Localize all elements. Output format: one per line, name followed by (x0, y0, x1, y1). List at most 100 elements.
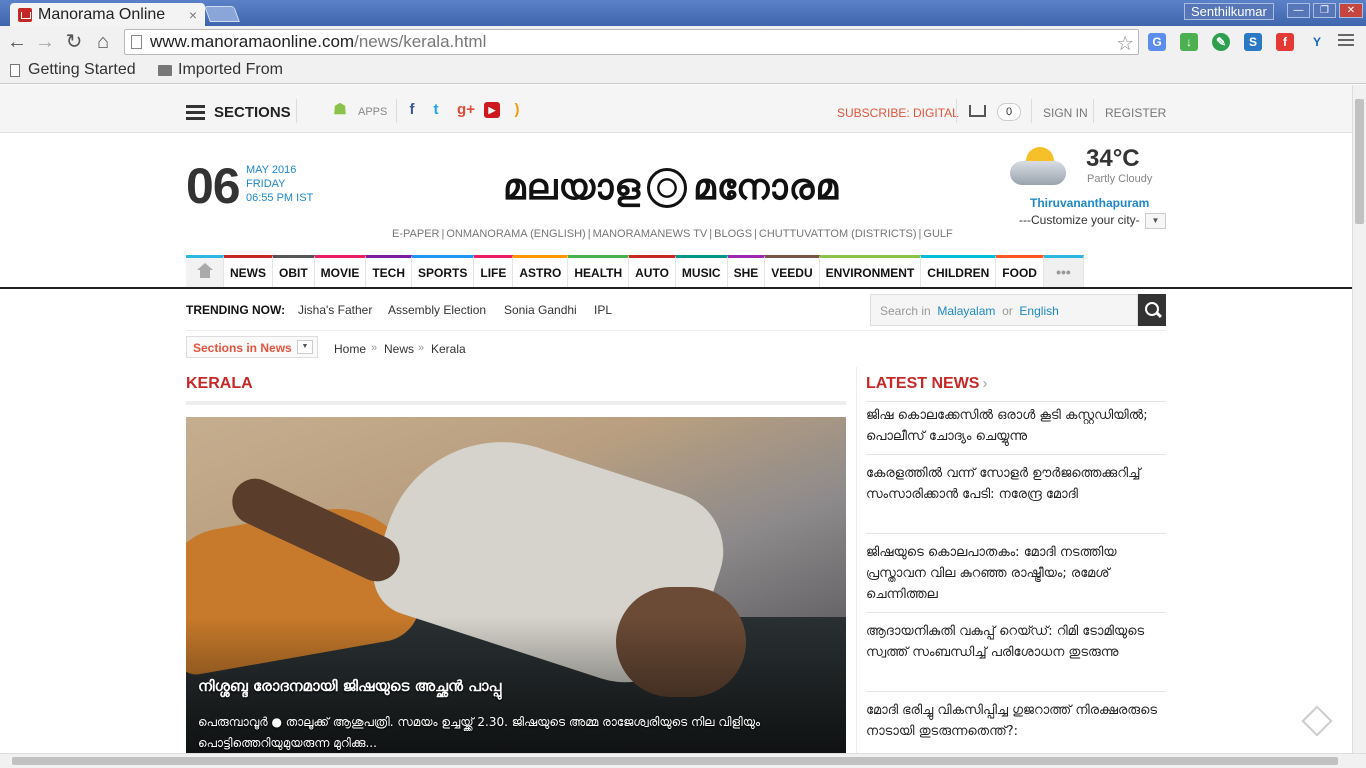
nav-more-icon[interactable]: ••• (1043, 255, 1084, 288)
minimize-icon[interactable]: — (1287, 3, 1310, 18)
trending-item[interactable]: IPL (594, 303, 612, 317)
hero-summary: പെരുമ്പാവൂർ ● താലൂക്ക് ആശുപത്രി. സമയം ഉച… (198, 715, 760, 750)
trending-item[interactable]: Sonia Gandhi (504, 303, 577, 317)
home-icon (196, 263, 214, 279)
register-link[interactable]: REGISTER (1105, 106, 1166, 120)
nav-environment[interactable]: ENVIRONMENT (819, 255, 922, 288)
trending-item[interactable]: Jisha's Father (298, 303, 372, 317)
sections-menu-button[interactable]: SECTIONS (186, 104, 291, 121)
vertical-scrollbar[interactable] (1352, 85, 1366, 753)
header-sublinks: E-PAPER | ONMANORAMA (ENGLISH) | MANORAMANEW… (392, 228, 953, 240)
nav-obit[interactable]: OBIT (273, 255, 315, 288)
browser-titlebar: Manorama Online × Senthilkumar — ❐ ✕ (0, 0, 1366, 26)
cart-icon[interactable] (969, 105, 986, 117)
latest-news-item[interactable]: ജിഷ കൊലക്കേസിൽ ഒരാൾ കൂടി കസ്റ്റഡിയിൽ; പൊ… (866, 405, 1166, 447)
nav-health[interactable]: HEALTH (568, 255, 630, 288)
sublink-chuttuvattom[interactable]: CHUTTUVATTOM (DISTRICTS) (759, 228, 917, 240)
bookmark-getting-started[interactable]: Getting Started (10, 61, 136, 79)
breadcrumb-news[interactable]: News (384, 342, 414, 356)
horizontal-scrollbar[interactable] (0, 753, 1366, 768)
sections-dropdown[interactable]: Sections in News ▼ (186, 336, 318, 358)
browser-tab[interactable]: Manorama Online × (10, 3, 205, 26)
bookmarks-bar: Getting Started Imported From (0, 58, 1366, 84)
y-extension-icon[interactable]: Y (1308, 33, 1326, 51)
nav-tech[interactable]: TECH (366, 255, 413, 288)
divider (186, 330, 1166, 331)
window-close-icon[interactable]: ✕ (1339, 3, 1363, 18)
drive-extension-icon[interactable]: ↓ (1180, 33, 1198, 51)
browser-menu-icon[interactable] (1338, 34, 1354, 48)
search-lang-malayalam[interactable]: Malayalam (937, 304, 995, 318)
weather-city[interactable]: Thiruvananthapuram (1030, 196, 1149, 210)
sublink-onmanorama[interactable]: ONMANORAMA (ENGLISH) (446, 228, 585, 240)
reload-icon[interactable]: ↻ (62, 30, 86, 54)
sublink-blogs[interactable]: BLOGS (714, 228, 752, 240)
cart-count-badge: 0 (997, 103, 1021, 121)
hero-story[interactable]: നിശ്ശബ്ദ രോദനമായി ജിഷയുടെ അച്ഛൻ പാപ്പു പ… (186, 417, 846, 753)
column-divider (856, 367, 857, 753)
nav-movie[interactable]: MOVIE (314, 255, 367, 288)
sign-in-link[interactable]: SIGN IN (1043, 106, 1088, 120)
profile-user-badge[interactable]: Senthilkumar (1184, 3, 1274, 20)
nav-news[interactable]: NEWS (224, 255, 273, 288)
hero-headline[interactable]: നിശ്ശബ്ദ രോദനമായി ജിഷയുടെ അച്ഛൻ പാപ്പു (198, 677, 501, 695)
subscribe-digital-link[interactable]: SUBSCRIBE: DIGITAL (837, 106, 959, 120)
search-input[interactable]: Search in Malayalam or English (870, 294, 1138, 326)
trending-item[interactable]: Assembly Election (388, 303, 486, 317)
url-host: www.manoramaonline.com (150, 32, 355, 51)
nav-sports[interactable]: SPORTS (412, 255, 475, 288)
nav-music[interactable]: MUSIC (675, 255, 728, 288)
facebook-icon[interactable]: f (404, 102, 420, 118)
feedback-icon[interactable] (1301, 705, 1333, 737)
address-bar[interactable]: www.manoramaonline.com/news/kerala.html … (124, 29, 1139, 55)
main-navigation: NEWS OBIT MOVIE TECH SPORTS LIFE ASTRO HEALTH AU… (186, 255, 1084, 288)
url-path: /news/kerala.html (354, 32, 487, 51)
latest-news-item[interactable]: മോദി ഭരിച്ചു വികസിപ്പിച്ച ഗുജറാത്ത് നിരക… (866, 700, 1166, 742)
manorama-logo[interactable]: മലയാള മനോരമ (488, 165, 854, 211)
nav-astro[interactable]: ASTRO (513, 255, 569, 288)
breadcrumb-home[interactable]: Home (334, 342, 366, 356)
tab-close-icon[interactable]: × (189, 7, 197, 23)
nav-life[interactable]: LIFE (474, 255, 514, 288)
nav-children[interactable]: CHILDREN (921, 255, 997, 288)
breadcrumb-separator: » (371, 342, 378, 354)
nav-she[interactable]: SHE (727, 255, 766, 288)
latest-news-title[interactable]: LATEST NEWS › (866, 375, 987, 393)
evernote-extension-icon[interactable]: ✎ (1212, 33, 1230, 51)
latest-news-item[interactable]: കേരളത്തിൽ വന്ന് സോളർ ഊർജത്തെക്കുറിച്ച് സ… (866, 463, 1166, 505)
youtube-icon[interactable]: ▶ (484, 102, 500, 118)
divider (296, 99, 297, 123)
search-icon[interactable] (1138, 294, 1166, 326)
maximize-icon[interactable]: ❐ (1313, 3, 1336, 18)
divider (866, 454, 1166, 455)
sublink-epaper[interactable]: E-PAPER (392, 228, 439, 240)
android-icon[interactable]: ☗ (332, 102, 348, 118)
back-arrow-icon[interactable]: ← (5, 30, 29, 54)
nav-auto[interactable]: AUTO (629, 255, 676, 288)
latest-news-item[interactable]: ജിഷയുടെ കൊലപാതകം: മോദി നടത്തിയ പ്രസ്താവന… (866, 542, 1166, 605)
sublink-manoramanews-tv[interactable]: MANORAMANEWS TV (593, 228, 708, 240)
bookmark-imported-from[interactable]: Imported From (158, 61, 283, 79)
nav-food[interactable]: FOOD (996, 255, 1044, 288)
home-icon[interactable]: ⌂ (91, 30, 115, 54)
search-lang-english[interactable]: English (1019, 304, 1058, 318)
forward-arrow-icon[interactable]: → (33, 30, 57, 54)
twitter-icon[interactable]: t (428, 102, 444, 118)
apps-link[interactable]: APPS (358, 106, 387, 118)
apple-icon[interactable] (306, 102, 322, 118)
nav-veedu[interactable]: VEEDU (765, 255, 820, 288)
nav-home[interactable] (186, 255, 224, 288)
translate-extension-icon[interactable]: G (1148, 33, 1166, 51)
bookmark-star-icon[interactable]: ☆ (1116, 31, 1134, 56)
new-tab-button[interactable] (204, 6, 240, 22)
sublink-gulf[interactable]: GULF (923, 228, 952, 240)
google-plus-icon[interactable]: g+ (455, 102, 477, 118)
latest-news-label: LATEST NEWS (866, 375, 980, 392)
hamburger-icon (186, 105, 205, 120)
flipboard-extension-icon[interactable]: f (1276, 33, 1294, 51)
s-extension-icon[interactable]: S (1244, 33, 1262, 51)
latest-news-item[interactable]: ആദായനികുതി വകുപ്പ് റെയ്ഡ്: റിമി ടോമിയുടെ… (866, 621, 1166, 663)
chevron-down-icon[interactable]: ▼ (1145, 213, 1166, 229)
customize-city-select[interactable]: ---Customize your city- (1019, 213, 1140, 227)
rss-icon[interactable]: ) (509, 102, 525, 118)
